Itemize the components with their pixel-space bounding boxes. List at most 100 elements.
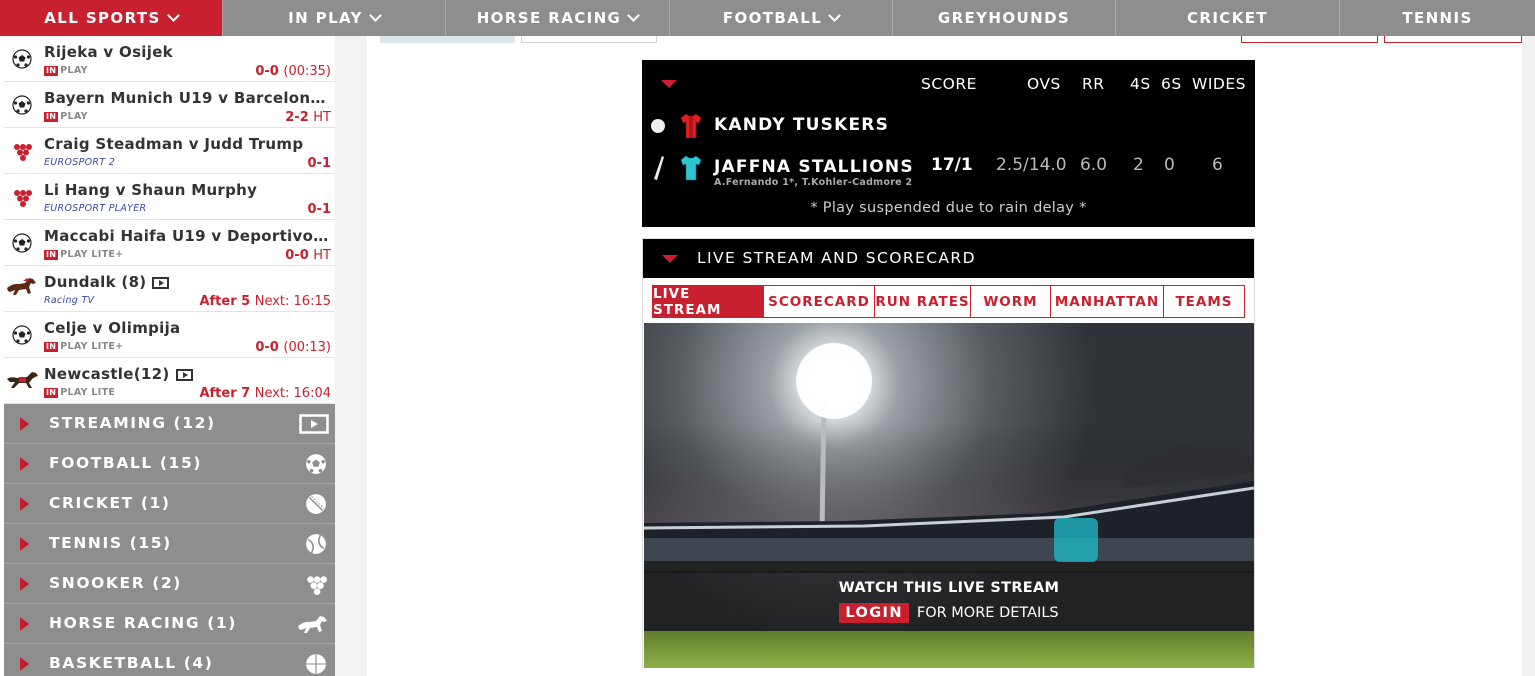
- category-row[interactable]: CRICKET (1): [4, 484, 335, 524]
- category-row[interactable]: FOOTBALL (15): [4, 444, 335, 484]
- category-label: HORSE RACING (1): [49, 614, 237, 632]
- caret-right-icon: [20, 457, 29, 471]
- event-channel: EUROSPORT 2: [44, 157, 115, 168]
- event-channel-text: EUROSPORT PLAYER: [44, 203, 147, 214]
- event-channel: IN PLAY LITE: [44, 387, 115, 398]
- tab-stub[interactable]: [380, 36, 515, 43]
- event-score-value: 0-0: [285, 248, 309, 263]
- nav-horse-racing[interactable]: HORSE RACING: [446, 0, 670, 36]
- caret-right-icon: [20, 537, 29, 551]
- tv-icon: [152, 276, 170, 289]
- team1-name: KANDY TUSKERS: [714, 115, 890, 135]
- header-score: SCORE: [921, 75, 977, 93]
- event-row[interactable]: Dundalk (8) Racing TV After 5 Next: 16:15: [4, 266, 335, 312]
- event-score: 0-0 HT: [285, 248, 331, 263]
- category-label: SNOOKER (2): [49, 574, 182, 592]
- nav-greyhounds[interactable]: GREYHOUNDS: [893, 0, 1116, 36]
- nav-tennis[interactable]: TENNIS: [1340, 0, 1535, 36]
- stream-header[interactable]: LIVE STREAM AND SCORECARD: [643, 239, 1254, 278]
- login-button[interactable]: LOGIN: [839, 603, 909, 623]
- match-status: * Play suspended due to rain delay *: [810, 200, 1087, 216]
- event-title-text: Newcastle(12): [44, 365, 170, 383]
- tab-manhattan[interactable]: MANHATTAN: [1051, 286, 1164, 317]
- team2-overs: 2.5/14.0: [996, 155, 1067, 175]
- event-score-value: 2-2: [285, 110, 309, 125]
- caret-right-icon: [20, 577, 29, 591]
- cricket-bat-icon: [654, 156, 664, 180]
- header-6s: 6S: [1161, 75, 1182, 93]
- event-row[interactable]: Rijeka v Osijek IN PLAY 0-0 (00:35): [4, 36, 335, 82]
- nav-label: TENNIS: [1402, 9, 1473, 27]
- more-details-text: FOR MORE DETAILS: [916, 605, 1059, 621]
- live-stream-video[interactable]: WATCH THIS LIVE STREAM LOGIN FOR MORE DE…: [644, 323, 1254, 668]
- event-score-extra: (00:35): [283, 64, 331, 79]
- event-title: Rijeka v Osijek: [44, 43, 329, 61]
- caret-right-icon: [20, 657, 29, 671]
- event-score-value: 0-1: [307, 202, 332, 217]
- event-row[interactable]: Craig Steadman v Judd Trump EUROSPORT 2 0-…: [4, 128, 335, 174]
- event-score: 0-0 (00:35): [255, 64, 331, 79]
- stream-header-title: LIVE STREAM AND SCORECARD: [697, 249, 976, 267]
- team2-run-rate: 6.0: [1080, 155, 1108, 175]
- tab-worm[interactable]: WORM: [971, 286, 1051, 317]
- event-row[interactable]: Maccabi Haifa U19 v Deportivo U19 IN PLAY …: [4, 220, 335, 266]
- nav-label: ALL SPORTS: [44, 9, 161, 27]
- event-row[interactable]: Celje v Olimpija IN PLAY LITE+ 0-0 (00:13): [4, 312, 335, 358]
- football-icon: [12, 95, 32, 115]
- cricket-ball-icon: [305, 493, 327, 515]
- category-row[interactable]: SNOOKER (2): [4, 564, 335, 604]
- button-stub[interactable]: [1241, 36, 1378, 43]
- nav-cricket[interactable]: CRICKET: [1116, 0, 1340, 36]
- event-title-text: Bayern Munich U19 v Barcelona U19: [44, 89, 329, 107]
- collapse-icon[interactable]: [662, 255, 678, 263]
- scrollbar[interactable]: [1522, 36, 1535, 676]
- nav-all-sports[interactable]: ALL SPORTS: [0, 0, 223, 36]
- tv-icon: [299, 413, 329, 435]
- sidebar: Rijeka v Osijek IN PLAY 0-0 (00:35) Bayern M…: [4, 36, 335, 676]
- collapse-icon[interactable]: [661, 80, 677, 88]
- caret-right-icon: [20, 617, 29, 631]
- event-score-value: After 7: [199, 386, 251, 401]
- team2-sixes: 0: [1164, 155, 1175, 175]
- football-icon: [305, 453, 327, 475]
- stream-cta: WATCH THIS LIVE STREAM: [838, 580, 1060, 596]
- event-channel-text: PLAY: [60, 111, 88, 122]
- tab-run-rates[interactable]: RUN RATES: [875, 286, 971, 317]
- category-label: BASKETBALL (4): [49, 654, 214, 672]
- nav-label: CRICKET: [1186, 9, 1269, 27]
- nav-in-play[interactable]: IN PLAY: [223, 0, 446, 36]
- category-row[interactable]: BASKETBALL (4): [4, 644, 335, 676]
- nav-football[interactable]: FOOTBALL: [670, 0, 893, 36]
- event-channel-text: PLAY LITE+: [60, 341, 124, 352]
- live-stream-panel: LIVE STREAM AND SCORECARD LIVE STREAM SC…: [642, 238, 1255, 668]
- event-score-extra: HT: [313, 110, 331, 125]
- team2-name: JAFFNA STALLIONS: [714, 157, 914, 177]
- category-row[interactable]: HORSE RACING (1): [4, 604, 335, 644]
- event-score: After 5 Next: 16:15: [199, 294, 331, 309]
- event-row[interactable]: Li Hang v Shaun Murphy EUROSPORT PLAYER 0-…: [4, 174, 335, 220]
- team2-wides: 6: [1212, 155, 1223, 175]
- event-channel-text: EUROSPORT 2: [44, 157, 116, 168]
- event-channel: IN PLAY LITE+: [44, 249, 123, 260]
- tab-stub[interactable]: [521, 36, 657, 43]
- tab-live-stream[interactable]: LIVE STREAM: [653, 286, 764, 318]
- category-row[interactable]: TENNIS (15): [4, 524, 335, 564]
- tab-teams[interactable]: TEAMS: [1164, 286, 1244, 317]
- category-row[interactable]: STREAMING (12): [4, 404, 335, 444]
- nav-label: HORSE RACING: [476, 9, 622, 27]
- event-title: Craig Steadman v Judd Trump: [44, 135, 329, 153]
- event-score: 0-1: [308, 202, 332, 217]
- snooker-icon: [12, 141, 32, 161]
- button-stub[interactable]: [1384, 36, 1522, 43]
- event-title-text: Craig Steadman v Judd Trump: [44, 135, 304, 153]
- event-row[interactable]: Newcastle(12) IN PLAY LITE After 7 Next: 16…: [4, 358, 335, 404]
- event-row[interactable]: Bayern Munich U19 v Barcelona U19 IN PLAY 2…: [4, 82, 335, 128]
- team2-batsmen: A.Fernando 1*, T.Kohler-Cadmore 2: [714, 177, 913, 188]
- event-score-extra: HT: [313, 248, 331, 263]
- event-title-text: Rijeka v Osijek: [44, 43, 173, 61]
- tab-scorecard[interactable]: SCORECARD: [764, 286, 875, 317]
- event-score-value: After 5: [199, 294, 251, 309]
- event-channel: EUROSPORT PLAYER: [44, 203, 146, 214]
- event-title-text: Celje v Olimpija: [44, 319, 181, 337]
- caret-right-icon: [20, 497, 29, 511]
